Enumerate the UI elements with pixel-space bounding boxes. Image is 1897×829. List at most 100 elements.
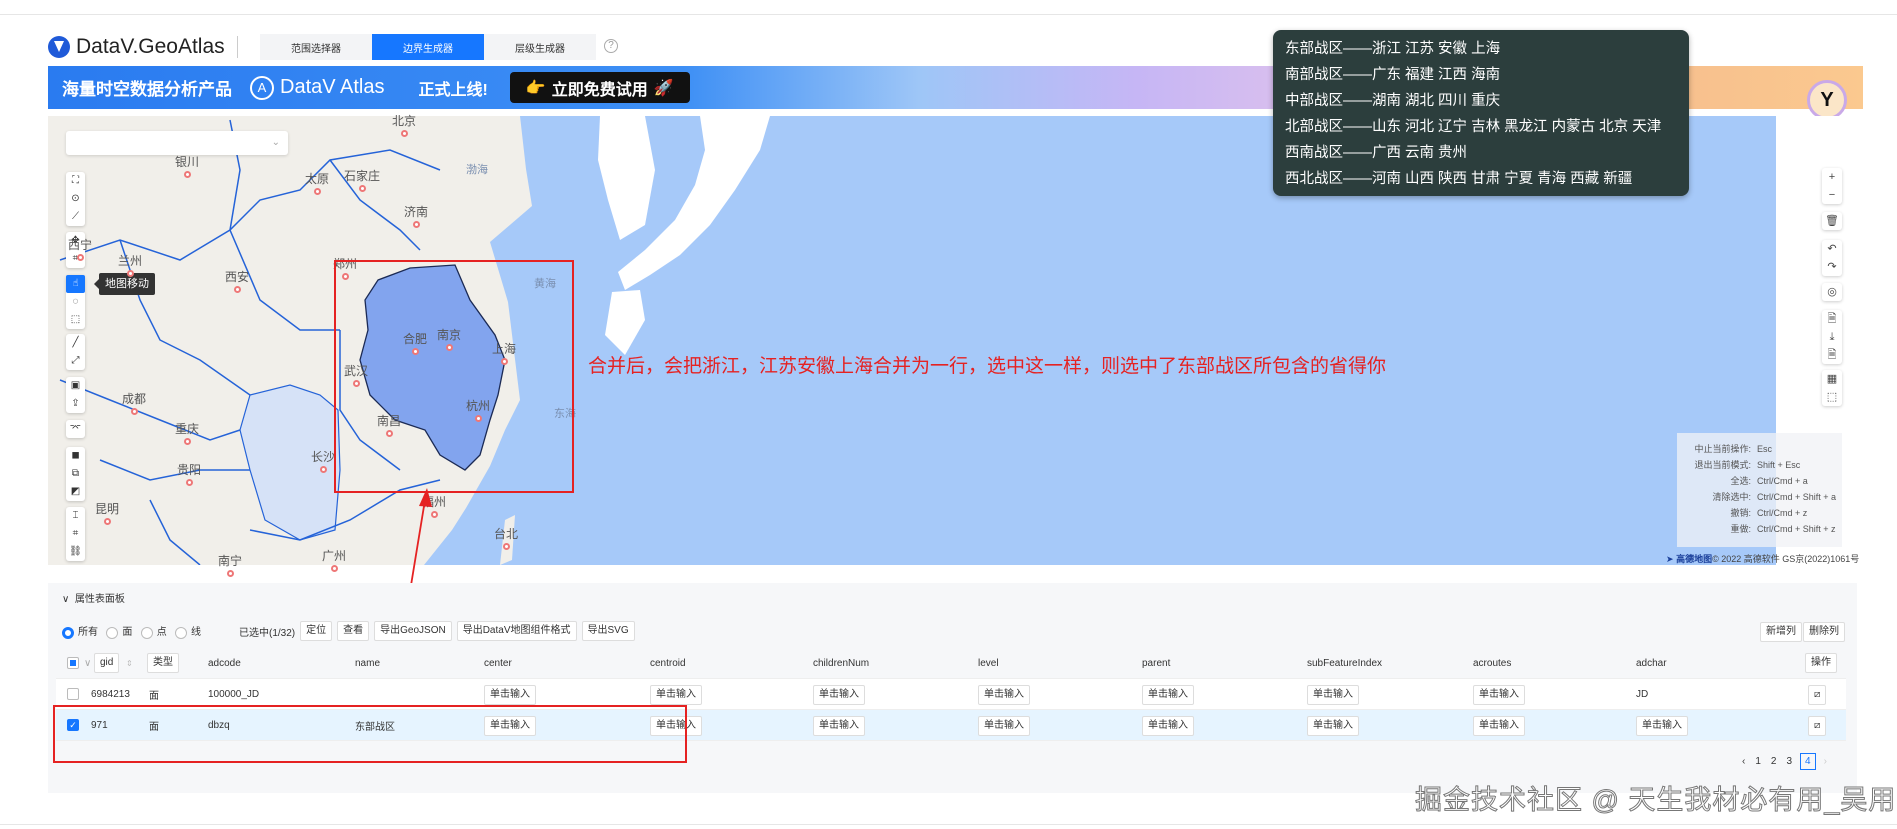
locate-button[interactable]: 定位 xyxy=(300,621,333,641)
download-icon[interactable]: ⤓ xyxy=(1830,328,1835,346)
panel-header[interactable]: ∨ 属性表面板 xyxy=(62,590,125,605)
logo[interactable]: DataV.GeoAtlas xyxy=(48,35,238,59)
popup-line: 西北战区——河南 山西 陕西 甘肃 宁夏 青海 西藏 新疆 xyxy=(1285,171,1633,187)
target-icon[interactable]: ◎ xyxy=(1827,283,1837,301)
help-icon[interactable]: ? xyxy=(604,39,618,53)
delete-column-button[interactable]: 删除列 xyxy=(1803,622,1845,642)
subfeatureindex-input[interactable]: 单击输入 xyxy=(1307,716,1359,736)
filter-polygon[interactable]: 面 xyxy=(106,623,132,639)
union-icon[interactable]: ◼ xyxy=(66,447,85,465)
col-gid[interactable]: gid xyxy=(94,653,120,673)
prev-page-icon[interactable]: ‹ xyxy=(1740,756,1747,767)
assistant-avatar-icon[interactable]: Y xyxy=(1807,80,1847,120)
redo-icon[interactable]: ↷ xyxy=(1827,258,1836,276)
filter-line[interactable]: 线 xyxy=(175,623,201,639)
top-divider xyxy=(0,14,1897,15)
page-4[interactable]: 4 xyxy=(1800,753,1816,770)
attribution-text: © 2022 高德软件 GS京(2022)1061号 xyxy=(1712,554,1860,564)
undo-icon[interactable]: ↶ xyxy=(1827,240,1836,258)
zoom-in-icon[interactable]: + xyxy=(1829,168,1835,186)
link-icon[interactable]: ⛓ xyxy=(66,543,85,561)
zoom-out-icon[interactable]: − xyxy=(1829,186,1835,204)
bottom-divider xyxy=(0,824,1897,825)
city-name: 南宁 xyxy=(218,554,243,568)
level-input[interactable]: 单击输入 xyxy=(978,685,1030,705)
city-label: 兰州 xyxy=(118,252,142,277)
col-actions[interactable]: 操作 xyxy=(1805,653,1837,673)
view-button[interactable]: 查看 xyxy=(337,621,370,641)
filter-point[interactable]: 点 xyxy=(140,623,167,639)
col-name: name xyxy=(355,657,381,669)
col-adchar: adchar xyxy=(1636,657,1667,669)
city-name: 重庆 xyxy=(175,422,200,436)
popup-line: 西南战区——广西 云南 贵州 xyxy=(1285,145,1468,161)
select-all-checkbox[interactable] xyxy=(67,657,79,669)
city-label: 济南 xyxy=(404,203,428,228)
popup-line: 中部战区——湖南 湖北 四川 重庆 xyxy=(1285,93,1501,109)
amap-brand: 高德地图 xyxy=(1676,554,1713,564)
crop-icon[interactable]: ⌗ xyxy=(66,525,85,543)
export-geojson-button[interactable]: 导出GeoJSON xyxy=(374,621,452,641)
sort-icon[interactable]: ⇕ xyxy=(126,659,133,668)
page-3[interactable]: 3 xyxy=(1784,756,1794,767)
lasso-icon[interactable]: ◌ xyxy=(66,293,85,311)
edit-row-icon[interactable]: ⧄ xyxy=(1808,716,1827,736)
terminal-icon[interactable]: ▣ xyxy=(66,377,85,395)
file-icon[interactable]: 🗎 xyxy=(1828,310,1837,328)
segment-icon[interactable]: ⤢ xyxy=(66,352,85,370)
subfeatureindex-input[interactable]: 单击输入 xyxy=(1307,685,1359,705)
tab-boundary-generator[interactable]: 边界生成器 xyxy=(372,34,484,60)
banner-online: 正式上线! xyxy=(418,81,488,99)
polygon-select-icon[interactable]: ⛶ xyxy=(66,172,85,190)
childrennum-input[interactable]: 单击输入 xyxy=(813,685,865,705)
page-1[interactable]: 1 xyxy=(1753,756,1763,767)
grid-icon[interactable]: ▦ xyxy=(1827,370,1837,388)
export-datav-button[interactable]: 导出DataV地图组件格式 xyxy=(456,621,577,641)
pan-hand-icon[interactable]: ☝ xyxy=(66,275,85,293)
add-column-button[interactable]: 新增列 xyxy=(1760,622,1802,642)
shortcut-value: Ctrl/Cmd + Shift + z xyxy=(1757,524,1836,534)
trash-icon[interactable]: 🗑 xyxy=(1825,212,1839,230)
chevron-down-icon[interactable]: ∨ xyxy=(84,658,91,669)
city-name: 广州 xyxy=(322,549,347,563)
intersect-icon[interactable]: ⧉ xyxy=(66,465,85,483)
free-trial-button[interactable]: 👉 立即免费试用 🚀 xyxy=(509,72,690,103)
acroutes-input[interactable]: 单击输入 xyxy=(1473,685,1525,705)
circle-icon[interactable]: ⊙ xyxy=(66,190,85,208)
image-file-icon[interactable]: 🗎 xyxy=(1828,346,1837,364)
parent-input[interactable]: 单击输入 xyxy=(1142,685,1194,705)
parent-input[interactable]: 单击输入 xyxy=(1142,716,1194,736)
page-2[interactable]: 2 xyxy=(1769,756,1779,767)
box-select-icon[interactable]: ⬚ xyxy=(66,311,85,329)
line-icon[interactable]: ╱ xyxy=(66,334,85,352)
upload-icon[interactable]: ⇪ xyxy=(66,395,85,413)
panel-title: 属性表面板 xyxy=(74,594,125,605)
acroutes-input[interactable]: 单击输入 xyxy=(1473,716,1525,736)
export-svg-button[interactable]: 导出SVG xyxy=(581,621,635,641)
level-input[interactable]: 单击输入 xyxy=(978,716,1030,736)
merge-icon[interactable]: ⌶ xyxy=(66,507,85,525)
city-label: 重庆 xyxy=(175,420,199,445)
shortcut-value: Shift + Esc xyxy=(1757,460,1801,470)
path-icon[interactable]: ⟋ xyxy=(66,208,85,226)
difference-icon[interactable]: ◩ xyxy=(66,483,85,501)
tab-range-selector[interactable]: 范围选择器 xyxy=(260,34,372,60)
shortcut-key-label: 清除选中: xyxy=(1712,492,1751,502)
filter-all[interactable]: 所有 xyxy=(62,623,98,639)
childrennum-input[interactable]: 单击输入 xyxy=(813,716,865,736)
col-type[interactable]: 类型 xyxy=(147,653,179,673)
dashed-box-icon[interactable]: ⬚ xyxy=(1827,388,1837,406)
split-icon[interactable]: ⌤ xyxy=(66,420,85,438)
row-checkbox[interactable] xyxy=(67,688,79,700)
city-label: 南宁 xyxy=(218,552,242,577)
shortcut-row: 退出当前模式: Shift + Esc xyxy=(1677,457,1842,473)
centroid-input[interactable]: 单击输入 xyxy=(650,685,702,705)
next-page-icon[interactable]: › xyxy=(1822,756,1829,767)
tab-level-generator[interactable]: 层级生成器 xyxy=(484,34,596,60)
center-input[interactable]: 单击输入 xyxy=(484,685,536,705)
collapse-chevron-icon: ∨ xyxy=(62,594,70,605)
edit-row-icon[interactable]: ⧄ xyxy=(1808,685,1827,705)
region-select[interactable]: ⌄ xyxy=(66,131,288,155)
adchar-input[interactable]: 单击输入 xyxy=(1636,716,1688,736)
city-name: 福州 xyxy=(422,495,447,509)
